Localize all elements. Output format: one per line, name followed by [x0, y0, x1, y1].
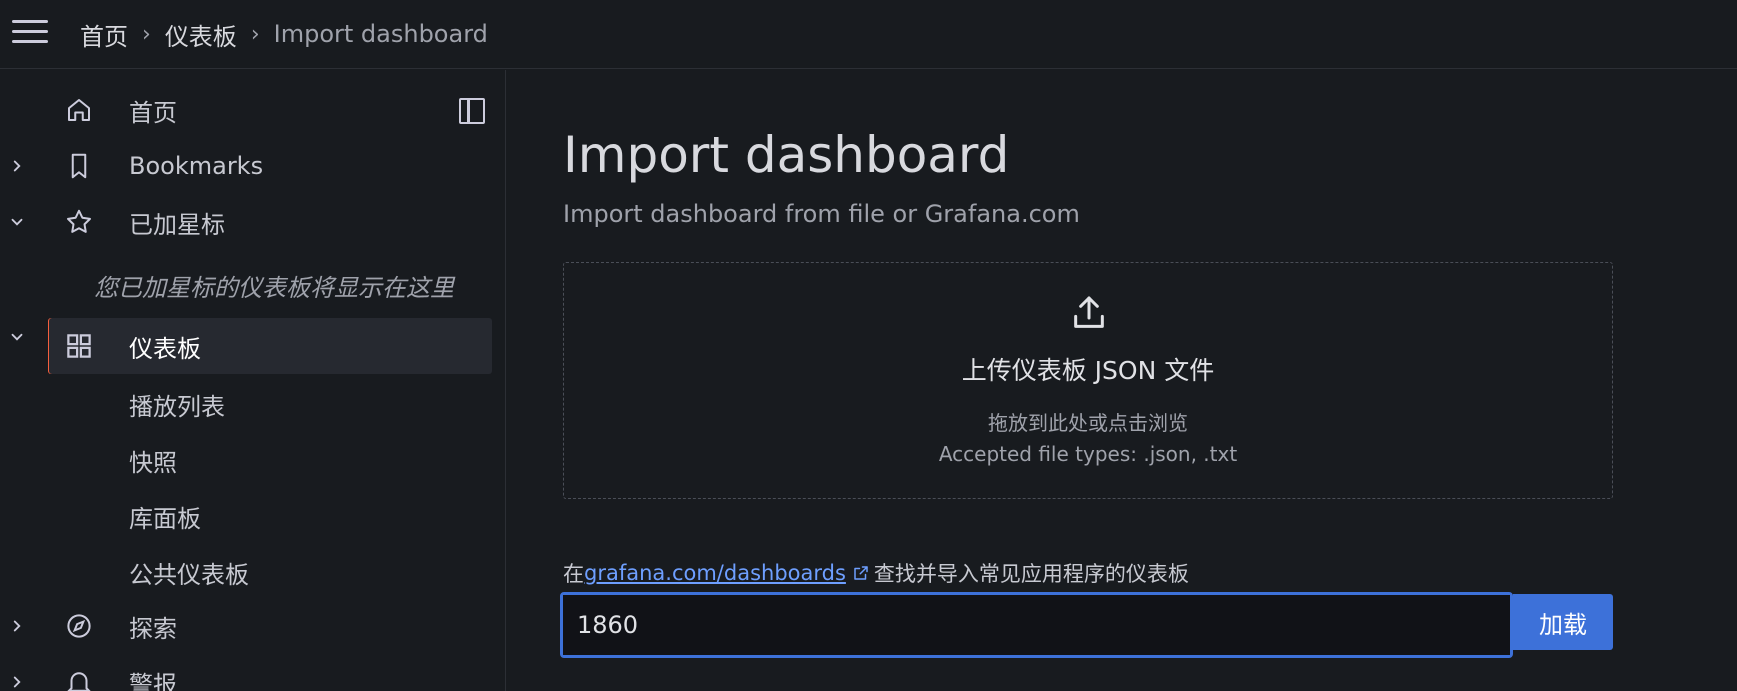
external-link-icon[interactable]: [852, 564, 870, 582]
compass-icon: [67, 614, 91, 638]
sidebar-item-starred[interactable]: 已加星标: [0, 194, 506, 250]
breadcrumb-separator-icon: ›: [250, 21, 260, 47]
sidebar-item-explore[interactable]: 探索: [0, 598, 506, 654]
sidebar-item-label: 探索: [129, 614, 177, 643]
top-bar: 首页 › 仪表板 › Import dashboard: [0, 0, 1737, 69]
menu-icon[interactable]: [12, 20, 48, 48]
sidebar-item-snapshots[interactable]: 快照: [129, 443, 177, 478]
breadcrumb: 首页 › 仪表板 › Import dashboard: [80, 16, 488, 52]
star-icon: [67, 209, 91, 233]
chevron-down-icon[interactable]: [8, 213, 26, 231]
sidebar-item-label: 首页: [129, 98, 177, 127]
dashboard-id-field[interactable]: [560, 592, 1513, 658]
bell-icon: [67, 672, 91, 691]
starred-empty-hint: 您已加星标的仪表板将显示在这里: [94, 274, 454, 302]
sidebar-item-label: 仪表板: [129, 334, 201, 363]
sidebar-item-alerting[interactable]: 警报: [0, 654, 506, 691]
upload-icon: [1074, 296, 1104, 328]
page-title: Import dashboard: [563, 126, 1010, 184]
sidebar: 首页 Bookmarks 已加星标 您已加星标的仪表板将显示在这里 仪表板 播放…: [0, 70, 506, 691]
sidebar-item-label: Bookmarks: [129, 152, 264, 180]
chevron-right-icon[interactable]: [8, 157, 26, 175]
sidebar-item-dashboards[interactable]: 仪表板: [49, 318, 492, 374]
sidebar-item-library-panels[interactable]: 库面板: [129, 499, 201, 534]
bookmark-icon: [71, 153, 87, 179]
grafana-com-hint: 在 grafana.com/dashboards 查找并导入常见应用程序的仪表板: [563, 558, 1189, 588]
breadcrumb-home[interactable]: 首页: [80, 17, 128, 52]
chevron-right-icon[interactable]: [8, 617, 26, 635]
upload-hint: 拖放到此处或点击浏览: [988, 411, 1188, 435]
main-content: Import dashboard Import dashboard from f…: [507, 70, 1737, 691]
page-subtitle: Import dashboard from file or Grafana.co…: [563, 200, 1080, 228]
breadcrumb-dashboards[interactable]: 仪表板: [165, 17, 237, 52]
sidebar-item-bookmarks[interactable]: Bookmarks: [0, 138, 506, 194]
sidebar-item-label: 已加星标: [129, 210, 225, 239]
sidebar-item-public-dashboards[interactable]: 公共仪表板: [129, 555, 249, 590]
upload-dropzone[interactable]: 上传仪表板 JSON 文件 拖放到此处或点击浏览 Accepted file t…: [563, 262, 1613, 499]
dashboard-id-input[interactable]: [563, 595, 1510, 655]
load-button[interactable]: 加载: [1513, 594, 1613, 650]
breadcrumb-current: Import dashboard: [273, 20, 488, 48]
grid-icon: [67, 334, 91, 358]
chevron-down-icon[interactable]: [8, 328, 26, 346]
home-icon: [68, 99, 90, 121]
sidebar-item-label: 警报: [129, 670, 177, 691]
gcom-prefix: 在: [563, 562, 584, 586]
upload-file-types: Accepted file types: .json, .txt: [938, 442, 1238, 466]
upload-title: 上传仪表板 JSON 文件: [961, 356, 1215, 385]
gcom-suffix: 查找并导入常见应用程序的仪表板: [873, 562, 1189, 586]
breadcrumb-separator-icon: ›: [142, 21, 151, 47]
sidebar-item-home[interactable]: 首页: [0, 82, 506, 138]
sidebar-item-playlists[interactable]: 播放列表: [129, 387, 225, 422]
chevron-right-icon[interactable]: [8, 673, 26, 691]
grafana-dashboards-link[interactable]: grafana.com/dashboards: [584, 561, 846, 585]
